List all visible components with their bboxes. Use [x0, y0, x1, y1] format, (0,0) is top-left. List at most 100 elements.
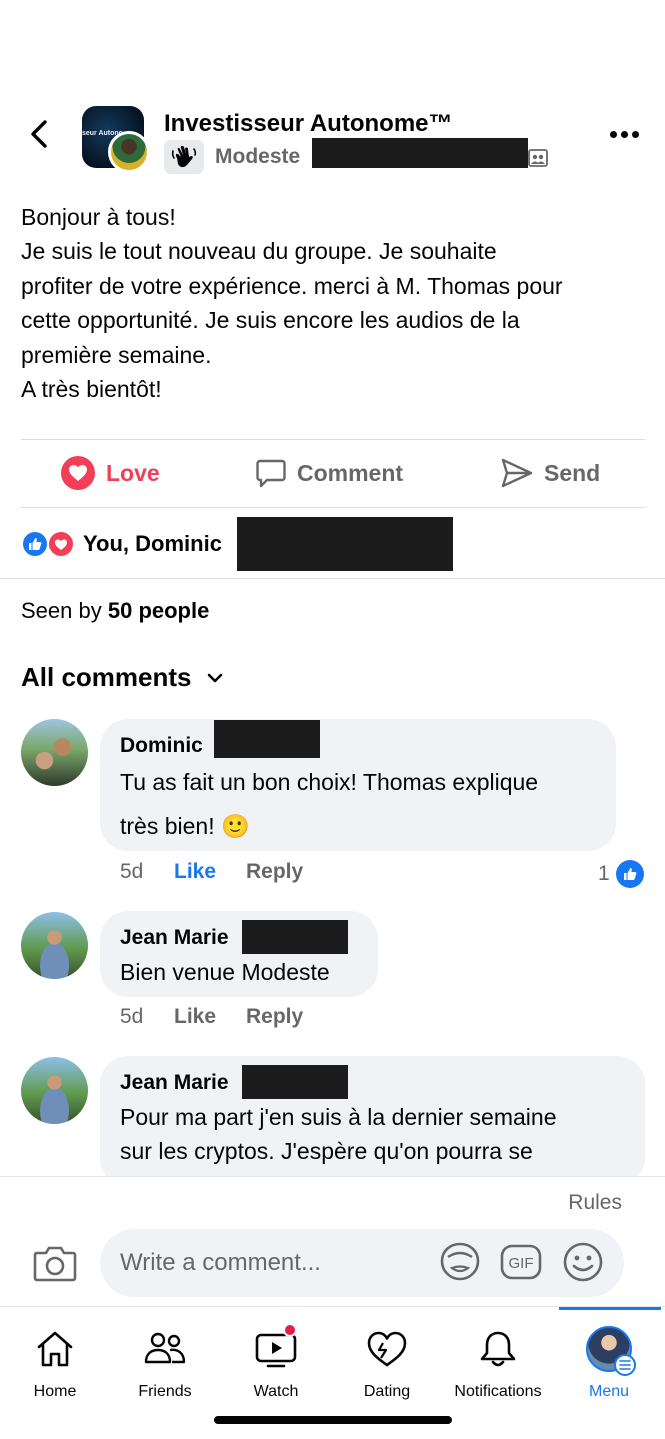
send-icon [501, 458, 533, 488]
comment-label: Comment [297, 459, 404, 486]
send-label: Send [544, 459, 601, 486]
comment-author-name: Jean Marie [120, 926, 229, 949]
back-button[interactable] [24, 118, 56, 150]
post-line: Bonjour à tous! [21, 204, 176, 230]
send-button[interactable]: Send [500, 440, 600, 506]
nav-label: Dating [363, 1383, 411, 1400]
post-line: première semaine. [21, 341, 212, 368]
comment-author-name: Jean Marie [120, 1071, 229, 1094]
comment-like-button[interactable]: Like [174, 1005, 246, 1029]
author-name[interactable]: Modeste [215, 145, 300, 169]
like-count-value: 1 [598, 862, 610, 885]
comment-meta: 5d Like Reply [120, 1005, 303, 1029]
comments-sort-dropdown[interactable]: All comments [21, 662, 224, 693]
seen-by[interactable]: Seen by 50 people [21, 598, 209, 624]
waving-hand-icon [171, 145, 197, 168]
group-name[interactable]: Investisseur Autonome™ [164, 110, 453, 138]
gif-icon-label: GIF [509, 1255, 534, 1272]
comment-author: Dominic [120, 731, 596, 761]
dating-icon [364, 1327, 410, 1371]
chevron-left-icon [31, 120, 47, 148]
love-label: Love [106, 459, 160, 486]
comment-meta: 5d Like Reply [120, 860, 303, 884]
love-reaction-icon [47, 530, 75, 558]
camera-icon [33, 1246, 77, 1282]
redacted-block [214, 720, 320, 758]
comment-avatar[interactable] [21, 1057, 88, 1124]
avatar-sticker-button[interactable] [439, 1241, 481, 1283]
divider [0, 578, 665, 579]
comment-line: Pour ma part j'en suis à la dernier sema… [120, 1104, 557, 1130]
home-indicator[interactable] [214, 1416, 452, 1424]
redacted-block [242, 920, 348, 954]
redacted-block [242, 1065, 348, 1099]
more-options-button[interactable] [606, 122, 642, 146]
gif-button[interactable]: GIF [500, 1241, 542, 1283]
comment-line: Bien venue Modeste [120, 959, 330, 985]
comment-bubble[interactable]: Jean Marie Pour ma part j'en suis à la d… [100, 1056, 645, 1186]
nav-home[interactable]: Home [0, 1307, 110, 1407]
love-reaction-icon [61, 456, 95, 490]
seen-by-count: 50 people [107, 598, 210, 623]
comment-avatar[interactable] [21, 912, 88, 979]
hamburger-icon [614, 1354, 636, 1376]
reactions-summary[interactable]: You, Dominic [21, 516, 222, 572]
nav-label: Watch [253, 1383, 299, 1400]
camera-button[interactable] [33, 1243, 77, 1283]
nav-friends[interactable]: Friends [110, 1307, 220, 1407]
bell-icon [475, 1327, 521, 1371]
like-reaction-icon [615, 860, 644, 888]
comment-line: sur les cryptos. J'espère qu'on pourra s… [120, 1138, 533, 1164]
more-dot-icon [620, 130, 628, 138]
emoji-icon [563, 1242, 603, 1282]
comment-composer: Rules GIF [0, 1176, 665, 1306]
comment-line: très bien! 🙂 [120, 813, 250, 839]
nav-notifications[interactable]: Notifications [443, 1307, 553, 1407]
reaction-icons [21, 529, 79, 559]
comment-author: Jean Marie [120, 1068, 625, 1098]
comment-bubble[interactable]: Dominic Tu as fait un bon choix! Thomas … [100, 719, 616, 851]
post-line: Je suis le tout nouveau du groupe. Je so… [21, 238, 497, 265]
like-reaction-icon [21, 530, 49, 558]
comment-input[interactable] [100, 1229, 624, 1297]
nav-label: Menu [588, 1383, 630, 1400]
rules-link[interactable]: Rules [568, 1191, 622, 1215]
comment-like-button[interactable]: Like [174, 860, 246, 884]
post-line: A très bientôt! [21, 376, 162, 403]
comment-reply-button[interactable]: Reply [246, 860, 303, 884]
menu-avatar [586, 1326, 636, 1376]
nav-label: Home [33, 1383, 77, 1400]
post-line: cette opportunité. Je suis encore les au… [21, 307, 520, 334]
comments-sort-label: All comments [21, 662, 192, 692]
new-member-badge [164, 140, 204, 174]
comment-author-name: Dominic [120, 734, 203, 757]
gif-icon: GIF [500, 1244, 542, 1280]
nav-watch[interactable]: Watch [221, 1307, 331, 1407]
comment-line: Tu as fait un bon choix! Thomas explique [120, 769, 539, 795]
love-button[interactable]: Love [60, 440, 160, 506]
nav-dating[interactable]: Dating [332, 1307, 442, 1407]
seen-by-prefix: Seen by [21, 598, 102, 623]
notification-dot [283, 1323, 297, 1337]
comment-button[interactable]: Comment [255, 440, 403, 506]
redacted-block [237, 517, 453, 571]
post-text: Bonjour à tous! Je suis le tout nouveau … [21, 200, 651, 406]
comment-time: 5d [120, 1005, 144, 1028]
avatar-sticker-icon [440, 1242, 480, 1281]
emoji-button[interactable] [562, 1241, 604, 1283]
more-dot-icon [631, 130, 639, 138]
nav-menu[interactable]: Menu [554, 1307, 664, 1407]
friends-icon [142, 1327, 188, 1371]
comment-avatar[interactable] [21, 719, 88, 786]
comment-like-count[interactable]: 1 [598, 860, 644, 888]
watch-icon [253, 1323, 299, 1371]
nav-label: Notifications [454, 1383, 542, 1400]
author-avatar[interactable] [108, 131, 150, 173]
comment-icon [256, 459, 286, 488]
home-icon [32, 1327, 78, 1371]
comment-reply-button[interactable]: Reply [246, 1005, 303, 1029]
nav-label: Friends [138, 1383, 192, 1400]
comment-time: 5d [120, 860, 144, 883]
post-header: seur Autono Investisseur Autonome™ Modes… [0, 100, 665, 180]
redacted-block [312, 138, 528, 168]
